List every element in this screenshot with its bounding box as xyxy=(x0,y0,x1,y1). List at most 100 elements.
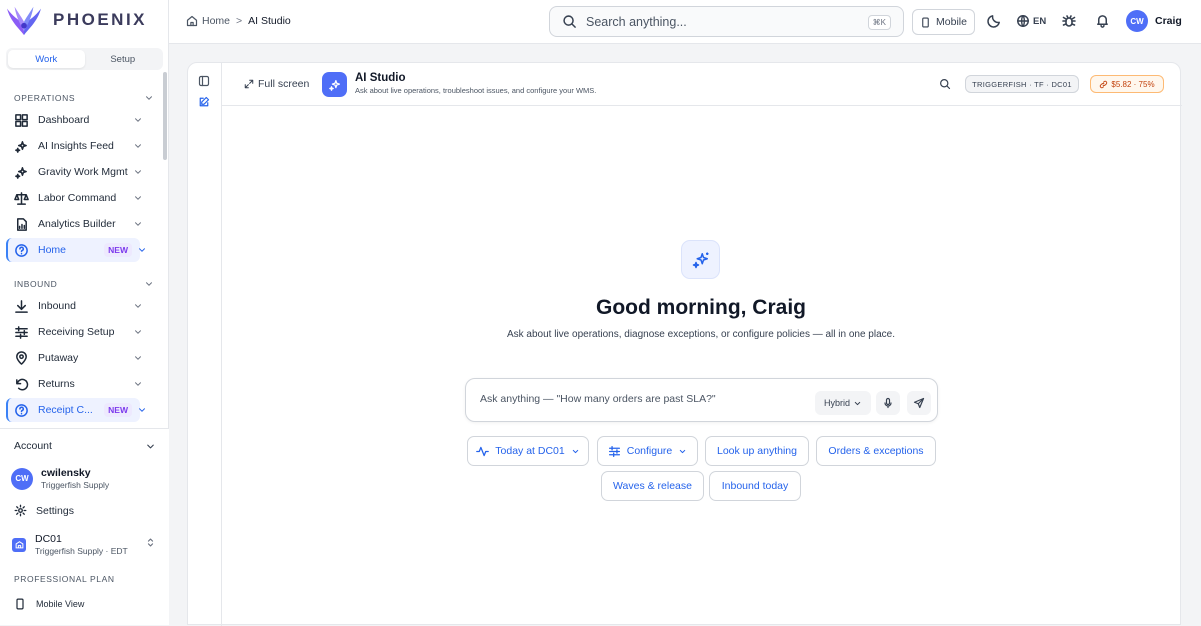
sidebar-item-ai-insights-feed[interactable]: AI Insights Feed xyxy=(6,134,156,158)
suggestion-configure[interactable]: Configure xyxy=(597,436,698,466)
sidebar-item-gravity-work-mgmt[interactable]: Gravity Work Mgmt xyxy=(6,160,156,184)
sidebar-item-label: Receipt C... xyxy=(38,404,93,416)
chevron-down-icon xyxy=(146,96,152,100)
sidebar: PHOENIX Work Setup OPERATIONS Dashboard … xyxy=(0,0,169,625)
context-chip[interactable]: TRIGGERFISH · TF · DC01 xyxy=(965,75,1079,93)
new-chat-icon[interactable] xyxy=(198,96,210,108)
sparkle-icon xyxy=(692,252,708,268)
mode-work-tab[interactable]: Work xyxy=(8,50,85,68)
assistant-icon-tile xyxy=(681,240,720,279)
sidebar-item-analytics-builder[interactable]: Analytics Builder xyxy=(6,212,156,236)
suggestion-inbound-today[interactable]: Inbound today xyxy=(709,471,801,501)
sparkle-icon xyxy=(15,140,27,153)
sidebar-toggle-icon[interactable] xyxy=(198,75,210,87)
account-title: Account xyxy=(14,440,52,452)
sidebar-item-label: Gravity Work Mgmt xyxy=(38,166,128,178)
send-button[interactable] xyxy=(907,391,931,415)
warehouse-icon xyxy=(12,537,26,552)
account-header[interactable]: Account xyxy=(14,440,156,452)
voice-button[interactable] xyxy=(876,391,900,415)
sidebar-item-inbound[interactable]: Inbound xyxy=(6,294,156,318)
sidebar-item-dashboard[interactable]: Dashboard xyxy=(6,108,156,132)
location-pin-icon xyxy=(16,350,27,365)
expand-icon xyxy=(244,79,254,89)
sparkle-icon xyxy=(15,166,27,179)
sidebar-item-receipt[interactable]: Receipt C... NEW xyxy=(6,398,145,422)
language-switcher[interactable]: EN xyxy=(1016,14,1046,28)
greeting-heading: Good morning, Craig xyxy=(596,296,806,319)
cost-chip[interactable]: $5.82 · 75% xyxy=(1090,75,1164,93)
facility-switcher[interactable]: DC01 Triggerfish Supply · EDT xyxy=(12,533,156,556)
suggestion-today-at-dc01[interactable]: Today at DC01 xyxy=(467,436,589,466)
mode-label: Hybrid xyxy=(823,398,850,408)
section-label: OPERATIONS xyxy=(14,93,76,103)
chevron-down-icon xyxy=(135,304,141,308)
sidebar-item-putaway[interactable]: Putaway xyxy=(6,346,156,370)
suggestion-orders-exceptions[interactable]: Orders & exceptions xyxy=(816,436,936,466)
bell-icon[interactable] xyxy=(1095,13,1110,28)
section-inbound[interactable]: INBOUND xyxy=(14,279,154,289)
sliders-icon xyxy=(15,325,28,339)
language-label: EN xyxy=(1033,15,1047,27)
settings-link[interactable]: Settings xyxy=(14,504,74,517)
topbar: Home > AI Studio Search anything... ⌘K M… xyxy=(169,0,1201,44)
scale-icon xyxy=(14,191,29,205)
sidebar-scrollbar[interactable] xyxy=(163,72,167,160)
sidebar-item-receiving-setup[interactable]: Receiving Setup xyxy=(6,320,156,344)
chevron-down-icon xyxy=(135,356,141,360)
help-circle-icon xyxy=(15,243,28,257)
chevron-down-icon xyxy=(139,248,145,252)
user-name: Craig xyxy=(1155,15,1182,27)
chevron-down-icon xyxy=(135,144,141,148)
mobile-label: Mobile xyxy=(936,16,967,28)
user-menu[interactable]: CW Craig xyxy=(1126,10,1182,32)
dashboard-icon xyxy=(15,113,28,127)
account-org: Triggerfish Supply xyxy=(41,480,110,490)
globe-icon xyxy=(1017,15,1029,27)
mode-setup-tab[interactable]: Setup xyxy=(85,50,162,68)
new-badge: NEW xyxy=(104,243,132,257)
search-shortcut: ⌘K xyxy=(867,15,891,30)
help-circle-icon xyxy=(15,403,28,417)
section-operations[interactable]: OPERATIONS xyxy=(14,93,154,103)
sidebar-item-home[interactable]: Home NEW xyxy=(6,238,145,262)
suggestion-look-up-anything[interactable]: Look up anything xyxy=(705,436,809,466)
suggestion-waves-release[interactable]: Waves & release xyxy=(601,471,704,501)
cost-value: $5.82 · 75% xyxy=(1111,79,1155,89)
panel-rail-divider xyxy=(221,63,222,626)
sidebar-item-label: Inbound xyxy=(38,300,76,312)
activity-icon xyxy=(476,446,490,456)
chevron-updown-icon xyxy=(147,538,154,547)
account-panel: Account CW cwilensky Triggerfish Supply … xyxy=(0,428,169,625)
search-icon[interactable] xyxy=(939,78,951,90)
chevron-down-icon xyxy=(572,449,578,453)
fullscreen-label: Full screen xyxy=(258,78,310,90)
bug-icon[interactable] xyxy=(1061,13,1077,29)
sidebar-item-label: Labor Command xyxy=(38,192,117,204)
mobile-view-link[interactable]: Mobile View xyxy=(14,598,84,610)
search-input[interactable]: Search anything... ⌘K xyxy=(549,6,904,37)
new-badge: NEW xyxy=(104,403,132,417)
panel-subtitle: Ask about live operations, troubleshoot … xyxy=(355,86,597,95)
breadcrumb-home[interactable]: Home xyxy=(202,15,230,27)
sidebar-item-labor-command[interactable]: Labor Command xyxy=(6,186,156,210)
brand-logo[interactable]: PHOENIX xyxy=(5,0,165,40)
plan-label: PROFESSIONAL PLAN xyxy=(14,574,115,584)
avatar: CW xyxy=(1126,10,1148,32)
phone-icon xyxy=(922,16,929,28)
sidebar-item-label: Returns xyxy=(38,378,75,390)
sidebar-item-returns[interactable]: Returns xyxy=(6,372,156,396)
fullscreen-button[interactable]: Full screen xyxy=(244,78,309,90)
mode-select[interactable]: Hybrid xyxy=(815,391,871,415)
mobile-button[interactable]: Mobile xyxy=(912,9,975,35)
sidebar-item-label: Analytics Builder xyxy=(38,218,116,230)
chevron-down-icon xyxy=(135,330,141,334)
moon-icon[interactable] xyxy=(987,13,1002,28)
prompt-box[interactable]: Ask anything — "How many orders are past… xyxy=(465,378,938,422)
brand-name: PHOENIX xyxy=(53,10,148,29)
ai-studio-panel: Full screen AI Studio Ask about live ope… xyxy=(187,62,1182,626)
account-user[interactable]: CW cwilensky Triggerfish Supply xyxy=(11,467,109,490)
chevron-down-icon xyxy=(146,282,152,286)
download-icon xyxy=(15,299,28,313)
sidebar-item-label: Putaway xyxy=(38,352,79,364)
